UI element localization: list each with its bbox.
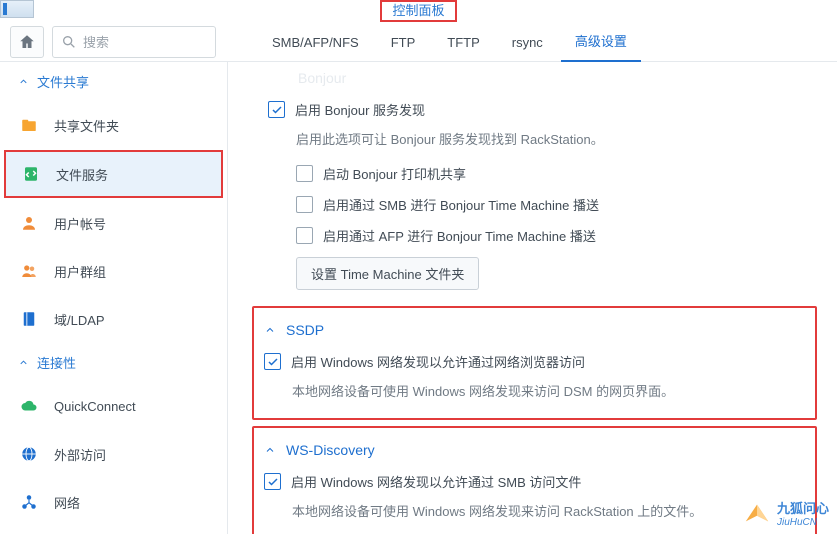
checkbox[interactable]	[268, 101, 285, 118]
sidebar-item-cloud-link[interactable]: QuickConnect	[0, 382, 227, 430]
section-title: WS-Discovery	[286, 442, 375, 458]
fox-logo-icon	[743, 501, 771, 525]
main-content: Bonjour 启用 Bonjour 服务发现 启用此选项可让 Bonjour …	[228, 62, 837, 534]
sidebar: 文件共享共享文件夹文件服务用户帐号用户群组域/LDAP 连接性 QuickConne…	[0, 62, 228, 534]
checkbox-label: 启用 Windows 网络发现以允许通过网络浏览器访问	[291, 352, 585, 371]
tab--[interactable]: 高级设置	[561, 21, 641, 62]
search-input[interactable]	[83, 35, 259, 50]
checkbox-label: 启用通过 AFP 进行 Bonjour Time Machine 播送	[323, 226, 596, 245]
top-row: SMB/AFP/NFSFTPTFTPrsync高级设置	[0, 24, 837, 62]
sidebar-item-label: 域/LDAP	[54, 310, 105, 329]
checkbox[interactable]	[264, 473, 281, 490]
home-button[interactable]	[10, 26, 44, 58]
sidebar-item-user[interactable]: 用户帐号	[0, 199, 227, 247]
checkbox-row-bonjour-afp-tm[interactable]: 启用通过 AFP 进行 Bonjour Time Machine 播送	[296, 220, 837, 251]
sidebar-item-globe[interactable]: 外部访问	[0, 430, 227, 478]
tabs: SMB/AFP/NFSFTPTFTPrsync高级设置	[248, 24, 837, 62]
watermark-line1: 九狐问心	[777, 498, 829, 517]
chevron-up-icon	[264, 324, 276, 336]
tab-tftp[interactable]: TFTP	[433, 25, 494, 62]
cloud-link-icon	[18, 395, 40, 417]
tab-rsync[interactable]: rsync	[498, 25, 557, 62]
chevron-up-icon	[264, 444, 276, 456]
sidebar-item-network[interactable]: 网络	[0, 478, 227, 526]
checkbox[interactable]	[264, 353, 281, 370]
globe-icon	[18, 443, 40, 465]
description-text: 本地网络设备可使用 Windows 网络发现来访问 DSM 的网页界面。	[264, 377, 805, 410]
home-icon	[18, 33, 36, 51]
network-icon	[18, 491, 40, 513]
sidebar-item-folder[interactable]: 共享文件夹	[0, 101, 227, 149]
sidebar-item-book[interactable]: 域/LDAP	[0, 295, 227, 343]
book-icon	[18, 308, 40, 330]
folder-icon	[18, 114, 40, 136]
user-icon	[18, 212, 40, 234]
section-title: Bonjour	[298, 70, 346, 86]
sidebar-item-label: 外部访问	[54, 445, 106, 464]
description-text: 启用此选项可让 Bonjour 服务发现找到 RackStation。	[268, 125, 837, 158]
tab-smb-afp-nfs[interactable]: SMB/AFP/NFS	[258, 25, 373, 62]
sidebar-item-label: 网络	[54, 493, 80, 512]
chevron-up-icon	[18, 357, 29, 368]
sidebar-section-header[interactable]: 连接性	[0, 343, 227, 382]
description-text: 本地网络设备可使用 Windows 网络发现来访问 RackStation 上的…	[264, 497, 805, 530]
set-time-machine-button[interactable]: 设置 Time Machine 文件夹	[296, 257, 479, 290]
section-header-bonjour[interactable]: Bonjour	[268, 62, 837, 94]
checkbox[interactable]	[296, 227, 313, 244]
checkbox[interactable]	[296, 165, 313, 182]
tab-ftp[interactable]: FTP	[377, 25, 430, 62]
checkbox-row-bonjour-smb-tm[interactable]: 启用通过 SMB 进行 Bonjour Time Machine 播送	[296, 189, 837, 220]
checkbox-label: 启用通过 SMB 进行 Bonjour Time Machine 播送	[323, 195, 599, 214]
checkbox-label: 启用 Windows 网络发现以允许通过 SMB 访问文件	[291, 472, 581, 491]
section-title: SSDP	[286, 322, 324, 338]
sidebar-item-file-transfer[interactable]: 文件服务	[4, 150, 223, 198]
sidebar-section-header[interactable]: 文件共享	[0, 62, 227, 101]
checkbox[interactable]	[296, 196, 313, 213]
search-icon	[61, 34, 77, 50]
sidebar-item-label: 共享文件夹	[54, 116, 119, 135]
users-icon	[18, 260, 40, 282]
section-bonjour: Bonjour 启用 Bonjour 服务发现 启用此选项可让 Bonjour …	[252, 62, 837, 300]
checkbox-row-wsd-enable[interactable]: 启用 Windows 网络发现以允许通过 SMB 访问文件	[264, 466, 805, 497]
watermark-line2: JiuHuCN	[777, 517, 829, 528]
page-title-wrap: 控制面板	[0, 0, 837, 22]
chevron-up-icon	[18, 76, 29, 87]
sidebar-item-label: QuickConnect	[54, 399, 136, 414]
checkbox-label: 启动 Bonjour 打印机共享	[323, 164, 466, 183]
sidebar-item-label: 用户群组	[54, 262, 106, 281]
watermark: 九狐问心 JiuHuCN	[743, 498, 829, 528]
page-title: 控制面板	[380, 0, 456, 22]
section-header-ssdp[interactable]: SSDP	[264, 314, 805, 346]
section-wsd: WS-Discovery 启用 Windows 网络发现以允许通过 SMB 访问…	[252, 426, 817, 534]
section-ssdp: SSDP 启用 Windows 网络发现以允许通过网络浏览器访问 本地网络设备可…	[252, 306, 817, 420]
sidebar-item-label: 用户帐号	[54, 214, 106, 233]
sidebar-item-users[interactable]: 用户群组	[0, 247, 227, 295]
checkbox-row-bonjour-printer[interactable]: 启动 Bonjour 打印机共享	[296, 158, 837, 189]
checkbox-row-ssdp-enable[interactable]: 启用 Windows 网络发现以允许通过网络浏览器访问	[264, 346, 805, 377]
checkbox-label: 启用 Bonjour 服务发现	[295, 100, 425, 119]
sidebar-item-label: 文件服务	[56, 165, 108, 184]
section-header-wsd[interactable]: WS-Discovery	[264, 434, 805, 466]
file-transfer-icon	[20, 163, 42, 185]
checkbox-row-bonjour-enable[interactable]: 启用 Bonjour 服务发现	[268, 94, 837, 125]
search-box[interactable]	[52, 26, 216, 58]
